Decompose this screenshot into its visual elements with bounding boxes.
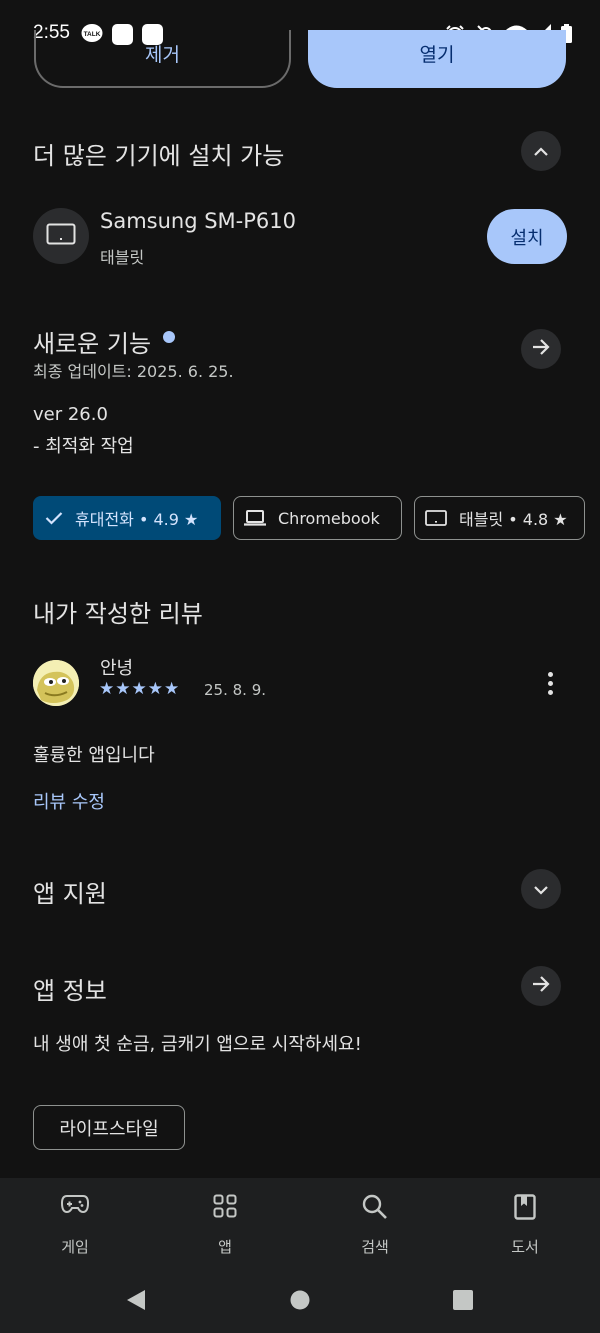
laptop-icon [244, 510, 266, 526]
check-icon [45, 511, 63, 525]
chip-phone[interactable]: 휴대전화 • 4.9 ★ [33, 496, 221, 540]
chevron-up-icon [533, 142, 549, 161]
new-indicator-dot [163, 331, 175, 343]
install-button[interactable]: 설치 [487, 209, 567, 264]
nav-apps[interactable]: 앱 [150, 1178, 300, 1275]
tablet-icon [46, 223, 76, 249]
nav-search-label: 검색 [361, 1238, 389, 1256]
app-support-expand-button[interactable] [521, 869, 561, 909]
recents-icon[interactable] [453, 1290, 473, 1314]
open-button-label: 열기 [419, 44, 455, 66]
more-vert-icon [547, 671, 553, 677]
whats-new-title: 새로운 기능 [33, 330, 152, 358]
my-review-title: 내가 작성한 리뷰 [33, 600, 203, 628]
system-navigation-bar [0, 1275, 600, 1333]
app-info-title: 앱 정보 [33, 977, 107, 1005]
chip-chromebook-label: Chromebook [278, 508, 380, 528]
app-description: 내 생애 첫 순금, 금캐기 앱으로 시작하세요! [33, 1034, 362, 1055]
chip-tablet-label: 태블릿 • 4.8 ★ [459, 510, 568, 529]
home-icon[interactable] [290, 1290, 310, 1314]
device-type: 태블릿 [100, 248, 145, 267]
chevron-down-icon [533, 880, 549, 899]
avatar[interactable] [33, 660, 79, 706]
nav-books-label: 도서 [511, 1238, 539, 1256]
pepe-avatar-image [33, 660, 79, 706]
nav-games-label: 게임 [61, 1238, 89, 1256]
arrow-right-icon [531, 338, 551, 360]
book-icon [514, 1194, 536, 1224]
tablet-icon [425, 510, 447, 526]
chip-tablet[interactable]: 태블릿 • 4.8 ★ [414, 496, 585, 540]
app-info-arrow-button[interactable] [521, 966, 561, 1006]
more-options-button[interactable] [535, 668, 565, 698]
uninstall-button-label: 제거 [145, 44, 180, 66]
apps-grid-icon [213, 1194, 237, 1222]
search-icon [362, 1194, 388, 1224]
release-notes: - 최적화 작업 [33, 436, 134, 457]
version-text: ver 26.0 [33, 404, 108, 425]
chip-chromebook[interactable]: Chromebook [233, 496, 402, 540]
nav-books[interactable]: 도서 [450, 1178, 600, 1275]
category-chip[interactable]: 라이프스타일 [33, 1105, 185, 1150]
collapse-button[interactable] [521, 131, 561, 171]
review-text: 훌륭한 앱입니다 [33, 745, 155, 766]
nav-search[interactable]: 검색 [300, 1178, 450, 1275]
back-icon[interactable] [125, 1288, 147, 1316]
nav-games[interactable]: 게임 [0, 1178, 150, 1275]
nav-apps-label: 앱 [218, 1238, 232, 1256]
star-rating: ★★★★★ [99, 679, 181, 699]
gamepad-icon [60, 1194, 90, 1218]
device-name: Samsung SM-P610 [100, 209, 296, 233]
edit-review-link[interactable]: 리뷰 수정 [33, 788, 105, 814]
last-updated: 최종 업데이트: 2025. 6. 25. [33, 362, 234, 381]
bottom-navigation: 게임 앱 검색 도서 [0, 1178, 600, 1275]
review-date: 25. 8. 9. [204, 681, 267, 699]
install-more-devices-title: 더 많은 기기에 설치 가능 [33, 142, 285, 170]
chip-phone-label: 휴대전화 • 4.9 ★ [75, 510, 199, 529]
whats-new-arrow-button[interactable] [521, 329, 561, 369]
app-support-title: 앱 지원 [33, 880, 107, 908]
device-avatar [33, 208, 89, 264]
uninstall-button[interactable]: 제거 [34, 30, 291, 88]
reviewer-name: 안녕 [100, 658, 134, 679]
open-button[interactable]: 열기 [308, 30, 566, 88]
arrow-right-icon [531, 975, 551, 997]
